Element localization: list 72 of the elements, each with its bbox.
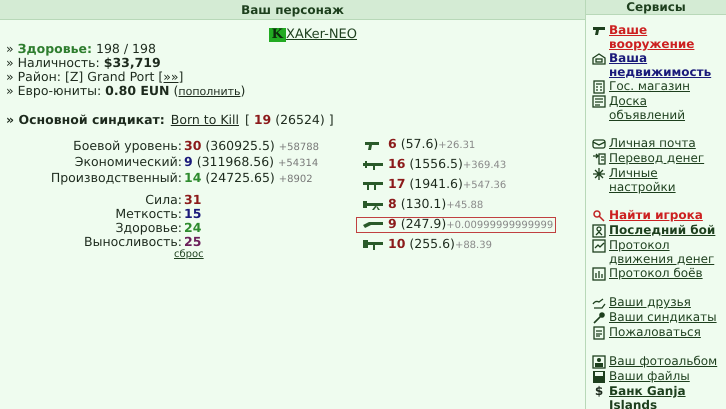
weapon-skill-row: 8 (130.1)+45.88: [356, 197, 486, 213]
fight-icon: [592, 224, 606, 238]
pistol-icon: [592, 24, 606, 38]
floppy-icon: [592, 370, 606, 384]
weapon-icon: [363, 220, 383, 230]
search-icon: [592, 209, 606, 223]
service-link[interactable]: Ваши синдикаты: [609, 310, 717, 324]
service-link[interactable]: Перевод денег: [609, 151, 704, 165]
service-link[interactable]: Доска объявлений: [609, 94, 724, 122]
service-link[interactable]: Последний бой: [609, 223, 716, 237]
player-badge: K: [268, 28, 286, 42]
weapon-skill-row: 9 (247.9)+0.00999999999999: [356, 217, 556, 233]
syndicate-link[interactable]: Born to Kill: [170, 113, 239, 127]
house-icon: [592, 52, 606, 66]
service-link[interactable]: Личная почта: [609, 136, 696, 150]
service-link[interactable]: Найти игрока: [609, 208, 703, 222]
gear-icon: [592, 167, 606, 181]
info-line: » Евро-юниты: 0.80 EUN (пополнить): [6, 84, 246, 99]
service-link[interactable]: Протокол движения денег: [609, 238, 724, 266]
attribute-value: 15: [184, 207, 202, 221]
dollar-icon: $: [592, 384, 606, 398]
top-up-link[interactable]: пополнить: [178, 85, 240, 98]
player-name-link[interactable]: XAKer-NEO: [286, 28, 357, 42]
transfer-icon: [592, 152, 606, 166]
syndicate-label: » Основной синдикат:: [6, 113, 165, 127]
district-link[interactable]: [»»]: [158, 69, 184, 84]
service-link[interactable]: Гос. магазин: [609, 79, 690, 93]
weapon-icon: [363, 180, 383, 190]
weapon-skill-row: 10 (255.6)+88.39: [356, 237, 495, 253]
attribute-label: Меткость:: [114, 207, 182, 221]
attribute-label: Выносливость:: [83, 235, 182, 249]
weapon-skill-row: 16 (1556.5)+369.43: [356, 157, 510, 173]
level-label: Боевой уровень:: [72, 139, 182, 155]
service-link[interactable]: Ваши файлы: [609, 369, 690, 383]
pin-icon: [592, 311, 606, 325]
service-link[interactable]: Личные настройки: [609, 166, 724, 194]
level-label: Экономический:: [74, 155, 182, 171]
board-icon: [592, 95, 606, 109]
weapon-icon: [363, 160, 383, 170]
attribute-label: Здоровье:: [114, 221, 182, 235]
attribute-value: 24: [184, 221, 202, 235]
service-link[interactable]: Ваш фотоальбом: [609, 354, 718, 368]
level-value: 14 (24725.65) +8902: [184, 171, 314, 187]
envelope-icon: [592, 137, 606, 151]
attribute-value: 31: [184, 193, 202, 207]
info-line: » Здоровье: 198 / 198: [6, 42, 157, 56]
service-link[interactable]: Пожаловаться: [609, 325, 701, 339]
weapon-skill-row: 6 (57.6)+26.31: [356, 137, 478, 153]
bar-chart-icon: [592, 267, 606, 281]
reset-link[interactable]: сброс: [174, 249, 216, 261]
info-line: » Район: [Z] Grand Port [»»]: [6, 70, 184, 84]
level-value: 30 (360925.5) +58788: [184, 139, 320, 155]
attribute-label: Сила:: [144, 193, 182, 207]
info-line: » Наличность: $33,719: [6, 56, 162, 70]
calculator-icon: [592, 80, 606, 94]
level-label: Производственный:: [50, 171, 182, 187]
chart-icon: [592, 239, 606, 253]
weapon-icon: [363, 200, 383, 210]
panel-header: Ваш персонаж: [0, 0, 585, 20]
service-link[interactable]: Ваше вооружение: [609, 23, 724, 51]
weapon-icon: [363, 240, 383, 250]
service-link[interactable]: Протокол боёв: [609, 266, 703, 280]
syndicate-level: [ 19 (26524) ]: [244, 113, 334, 127]
document-icon: [592, 326, 606, 340]
service-link[interactable]: Ваша недвижимость: [609, 51, 724, 79]
service-link[interactable]: Ваши друзья: [609, 295, 691, 309]
photo-icon: [592, 355, 606, 369]
weapon-skill-row: 17 (1941.6)+547.36: [356, 177, 510, 193]
service-link[interactable]: Банк Ganja Islands: [609, 384, 724, 409]
level-value: 9 (311968.56) +54314: [184, 155, 320, 171]
panel-header: Сервисы: [586, 0, 726, 15]
attribute-value: 25: [184, 235, 202, 249]
